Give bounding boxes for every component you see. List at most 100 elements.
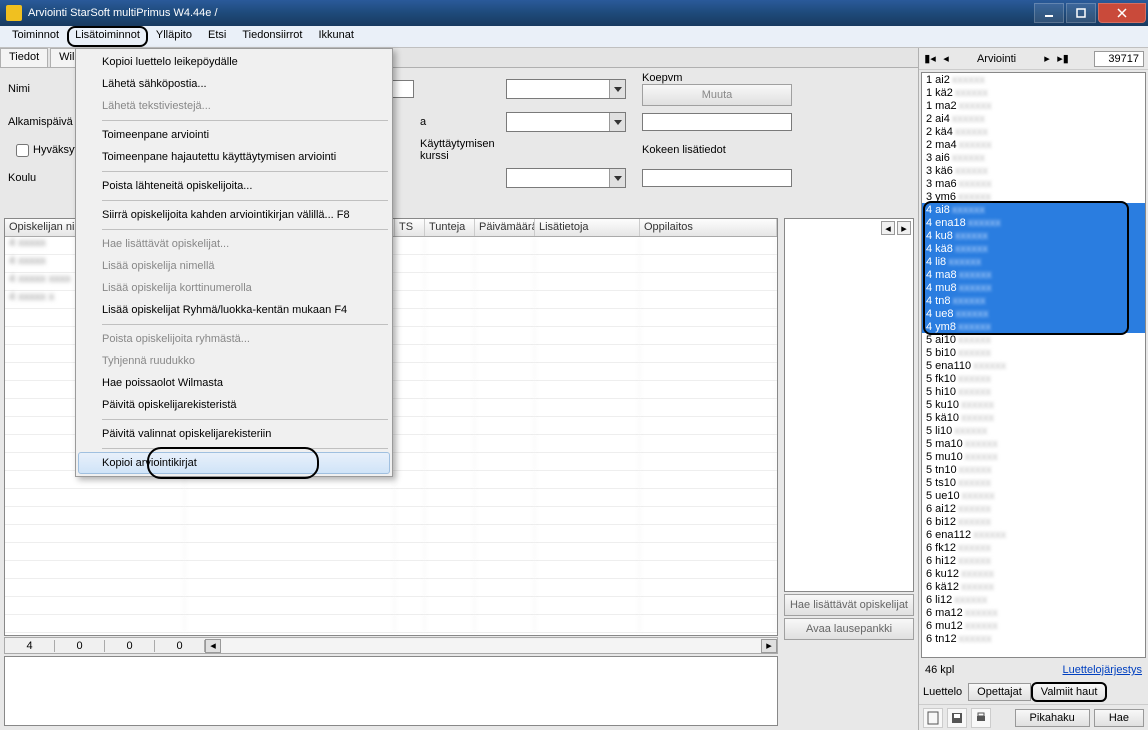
list-item[interactable]: 2 ma4xxxxxx <box>922 138 1145 151</box>
nav-first[interactable]: ▮◂ <box>923 52 937 65</box>
new-icon[interactable] <box>923 708 943 728</box>
combo-2[interactable] <box>506 112 626 132</box>
hae-lisattavat-button[interactable]: Hae lisättävät opiskelijat <box>784 594 914 616</box>
th-tunteja[interactable]: Tunteja <box>425 219 475 236</box>
list-item[interactable]: 4 ena18xxxxxx <box>922 216 1145 229</box>
list-item[interactable]: 4 ai8xxxxxx <box>922 203 1145 216</box>
tab-valmiit-haut[interactable]: Valmiit haut <box>1031 682 1108 702</box>
list-item[interactable]: 4 li8xxxxxx <box>922 255 1145 268</box>
list-item[interactable]: 1 ai2xxxxxx <box>922 73 1145 86</box>
list-item[interactable]: 5 kä10xxxxxx <box>922 411 1145 424</box>
list-item[interactable]: 5 ai10xxxxxx <box>922 333 1145 346</box>
list-item[interactable]: 5 li10xxxxxx <box>922 424 1145 437</box>
list-item[interactable]: 6 mu12xxxxxx <box>922 619 1145 632</box>
menu-item[interactable]: Päivitä opiskelijarekisteristä <box>78 394 390 416</box>
list-item[interactable]: 4 tn8xxxxxx <box>922 294 1145 307</box>
scroll-left[interactable]: ◂ <box>205 639 221 653</box>
menu-etsi[interactable]: Etsi <box>200 26 234 47</box>
list-item[interactable]: 5 ma10xxxxxx <box>922 437 1145 450</box>
table-row[interactable] <box>5 507 777 525</box>
minimize-button[interactable] <box>1034 3 1064 23</box>
scroll-track[interactable] <box>221 639 761 653</box>
memo-area[interactable] <box>4 656 778 726</box>
list-item[interactable]: 6 ena112xxxxxx <box>922 528 1145 541</box>
list-item[interactable]: 1 ma2xxxxxx <box>922 99 1145 112</box>
scroll-right[interactable]: ▸ <box>761 639 777 653</box>
print-icon[interactable] <box>971 708 991 728</box>
list-item[interactable]: 5 fk10xxxxxx <box>922 372 1145 385</box>
tab-tiedot[interactable]: Tiedot <box>0 48 48 67</box>
list-item[interactable]: 6 tn12xxxxxx <box>922 632 1145 645</box>
muuta-button[interactable]: Muuta <box>642 84 792 106</box>
tab-opettajat[interactable]: Opettajat <box>968 683 1031 701</box>
list-item[interactable]: 2 kä4xxxxxx <box>922 125 1145 138</box>
koepvm-input[interactable] <box>642 113 792 131</box>
list-item[interactable]: 5 tn10xxxxxx <box>922 463 1145 476</box>
list-item[interactable]: 5 ena110xxxxxx <box>922 359 1145 372</box>
list-item[interactable]: 4 ma8xxxxxx <box>922 268 1145 281</box>
list-item[interactable]: 4 ku8xxxxxx <box>922 229 1145 242</box>
list-item[interactable]: 4 ue8xxxxxx <box>922 307 1145 320</box>
table-row[interactable] <box>5 525 777 543</box>
list-item[interactable]: 3 ai6xxxxxx <box>922 151 1145 164</box>
th-oppilaitos[interactable]: Oppilaitos <box>640 219 777 236</box>
list-item[interactable]: 2 ai4xxxxxx <box>922 112 1145 125</box>
nav-prev[interactable]: ◂ <box>939 52 953 65</box>
list-item[interactable]: 4 ym8xxxxxx <box>922 320 1145 333</box>
list-item[interactable]: 4 mu8xxxxxx <box>922 281 1145 294</box>
menu-tiedonsiirrot[interactable]: Tiedonsiirrot <box>234 26 310 47</box>
hae-button[interactable]: Hae <box>1094 709 1144 727</box>
menu-lisatoiminnot[interactable]: Lisätoiminnot <box>67 26 148 47</box>
table-row[interactable] <box>5 597 777 615</box>
list-item[interactable]: 5 mu10xxxxxx <box>922 450 1145 463</box>
side-arrow-left[interactable]: ◂ <box>881 221 895 235</box>
list-item[interactable]: 5 ku10xxxxxx <box>922 398 1145 411</box>
menu-item[interactable]: Lisää opiskelijat Ryhmä/luokka-kentän mu… <box>78 299 390 321</box>
table-row[interactable] <box>5 579 777 597</box>
list-item[interactable]: 5 hi10xxxxxx <box>922 385 1145 398</box>
nav-next[interactable]: ▸ <box>1040 52 1054 65</box>
kokeen-input[interactable] <box>642 169 792 187</box>
menu-item[interactable]: Kopioi arviointikirjat <box>78 452 390 474</box>
list-item[interactable]: 6 ku12xxxxxx <box>922 567 1145 580</box>
avaa-lausepankki-button[interactable]: Avaa lausepankki <box>784 618 914 640</box>
list-item[interactable]: 3 ma6xxxxxx <box>922 177 1145 190</box>
menu-item[interactable]: Poista lähteneitä opiskelijoita... <box>78 175 390 197</box>
menu-item[interactable]: Toimeenpane arviointi <box>78 124 390 146</box>
list-item[interactable]: 5 ts10xxxxxx <box>922 476 1145 489</box>
th-ts[interactable]: TS <box>395 219 425 236</box>
menu-item[interactable]: Päivitä valinnat opiskelijarekisteriin <box>78 423 390 445</box>
th-paivamaara[interactable]: Päivämäärä <box>475 219 535 236</box>
menu-item[interactable]: Kopioi luettelo leikepöydälle <box>78 51 390 73</box>
menu-ikkunat[interactable]: Ikkunat <box>310 26 361 47</box>
save-icon[interactable] <box>947 708 967 728</box>
menu-item[interactable]: Toimeenpane hajautettu käyttäytymisen ar… <box>78 146 390 168</box>
hyvaksy-checkbox[interactable] <box>16 144 29 157</box>
th-lisatietoja[interactable]: Lisätietoja <box>535 219 640 236</box>
kaytto-combo[interactable] <box>506 168 626 188</box>
list-item[interactable]: 6 li12xxxxxx <box>922 593 1145 606</box>
close-button[interactable] <box>1098 3 1146 23</box>
maximize-button[interactable] <box>1066 3 1096 23</box>
list-item[interactable]: 5 bi10xxxxxx <box>922 346 1145 359</box>
combo-1[interactable] <box>506 79 626 99</box>
menu-item[interactable]: Hae poissaolot Wilmasta <box>78 372 390 394</box>
list-item[interactable]: 1 kä2xxxxxx <box>922 86 1145 99</box>
list-item[interactable]: 6 ai12xxxxxx <box>922 502 1145 515</box>
record-list[interactable]: 1 ai2xxxxxx1 kä2xxxxxx1 ma2xxxxxx2 ai4xx… <box>921 72 1146 658</box>
list-order-link[interactable]: Luettelojärjestys <box>1063 664 1143 676</box>
nav-last[interactable]: ▸▮ <box>1056 52 1070 65</box>
table-row[interactable] <box>5 615 777 633</box>
nav-count[interactable]: 39717 <box>1094 51 1144 67</box>
list-item[interactable]: 6 bi12xxxxxx <box>922 515 1145 528</box>
menu-yllapito[interactable]: Ylläpito <box>148 26 200 47</box>
pikahaku-button[interactable]: Pikahaku <box>1015 709 1090 727</box>
menu-item[interactable]: Siirrä opiskelijoita kahden arviointikir… <box>78 204 390 226</box>
list-item[interactable]: 6 fk12xxxxxx <box>922 541 1145 554</box>
menu-toiminnot[interactable]: Toiminnot <box>4 26 67 47</box>
list-item[interactable]: 3 ym6xxxxxx <box>922 190 1145 203</box>
list-item[interactable]: 6 kä12xxxxxx <box>922 580 1145 593</box>
list-item[interactable]: 4 kä8xxxxxx <box>922 242 1145 255</box>
list-item[interactable]: 6 ma12xxxxxx <box>922 606 1145 619</box>
list-item[interactable]: 6 hi12xxxxxx <box>922 554 1145 567</box>
